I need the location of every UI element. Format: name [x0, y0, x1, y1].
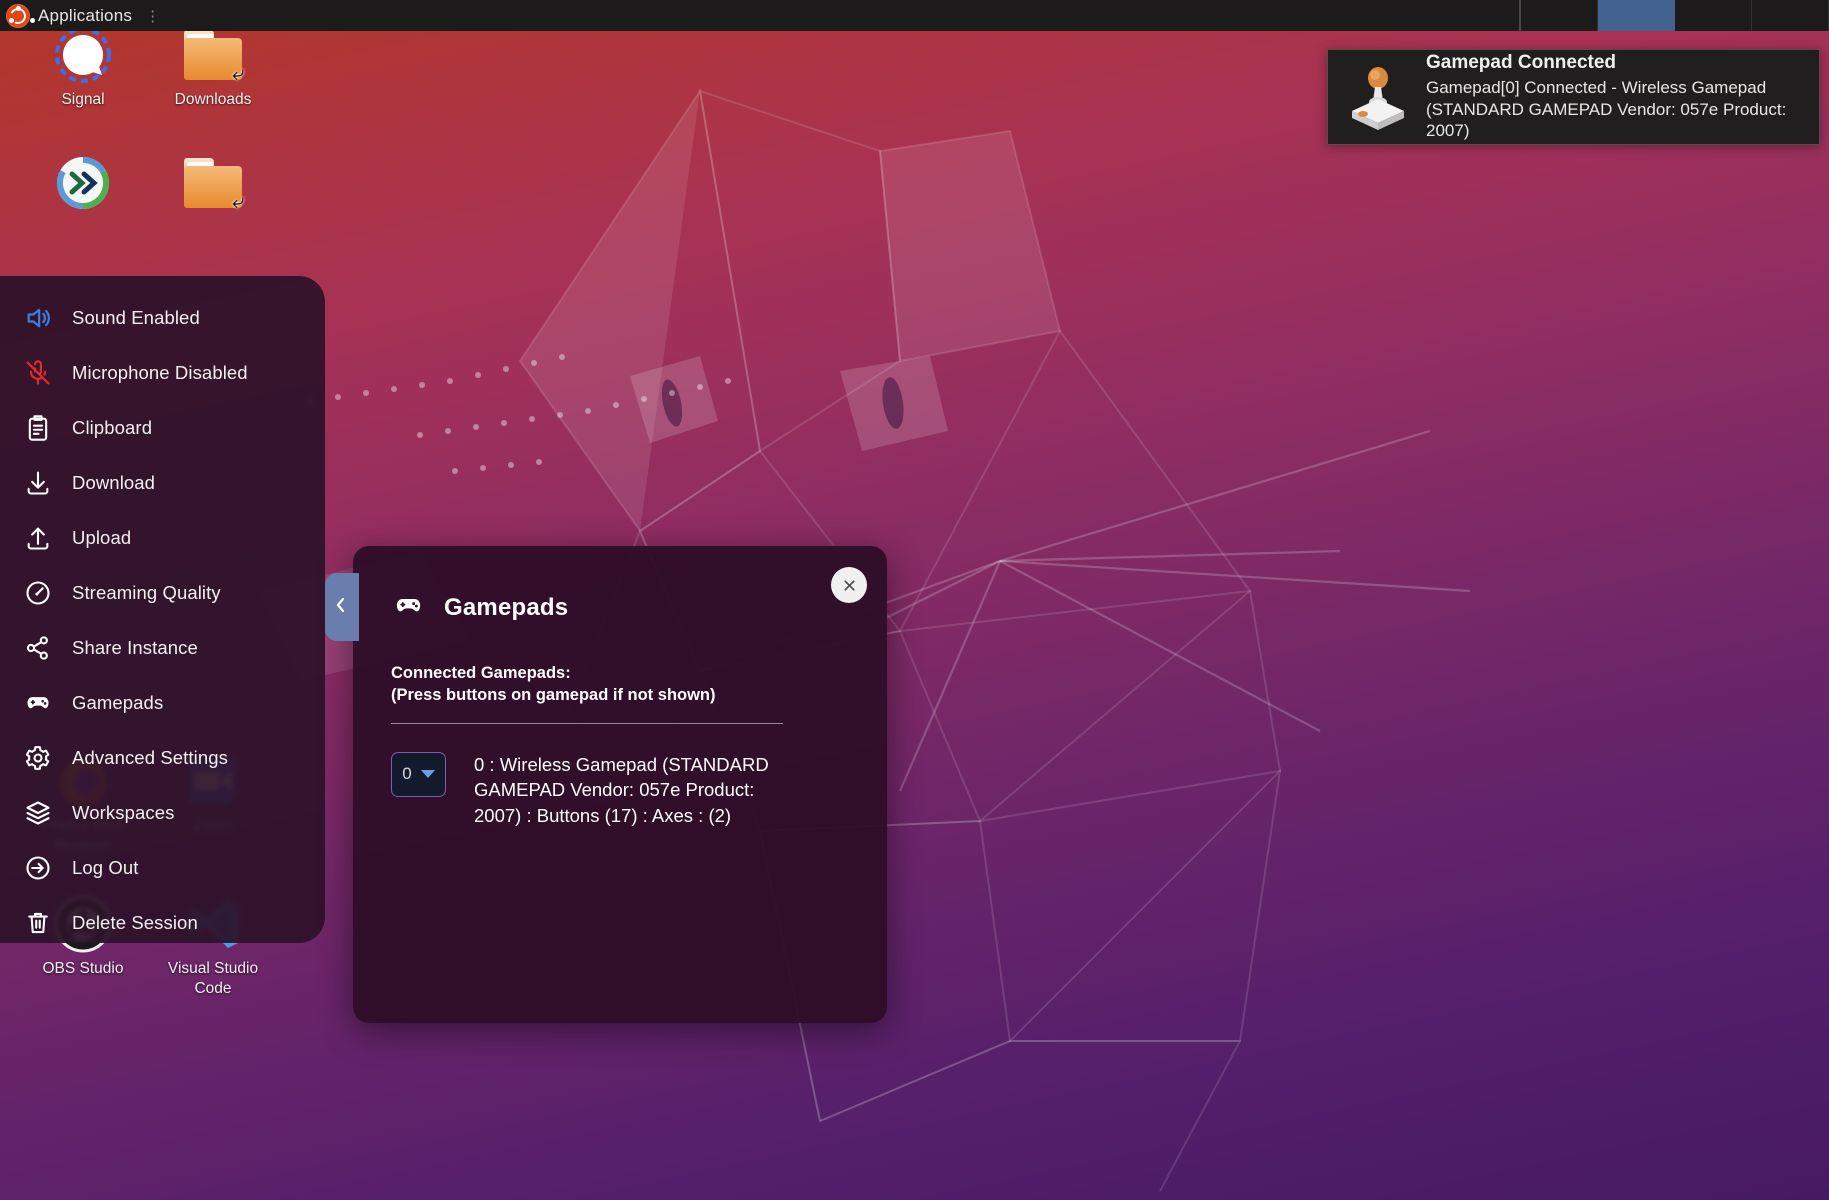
- menu-item-upload[interactable]: Upload: [0, 510, 325, 565]
- workspace-1[interactable]: [1521, 0, 1598, 31]
- gamepad-description: 0 : Wireless Gamepad (STANDARD GAMEPAD V…: [474, 752, 774, 829]
- download-icon: [24, 469, 52, 497]
- top-bar: Applications ⋮: [0, 0, 1829, 31]
- menu-item-label: Microphone Disabled: [72, 362, 248, 384]
- menu-item-label: Gamepads: [72, 692, 163, 714]
- gear-icon: [24, 744, 52, 772]
- trash-icon: [24, 909, 52, 937]
- menu-item-label: Advanced Settings: [72, 747, 228, 769]
- folder-shortcut-icon: ⤷: [184, 154, 242, 212]
- applications-label: Applications: [38, 6, 132, 26]
- dialog-header: Gamepads: [353, 546, 887, 626]
- menu-item-clipboard[interactable]: Clipboard: [0, 400, 325, 455]
- notification-title: Gamepad Connected: [1426, 52, 1801, 74]
- gauge-icon: [24, 579, 52, 607]
- gamepad-entry-row: 0 0 : Wireless Gamepad (STANDARD GAMEPAD…: [391, 752, 849, 829]
- signal-icon: [54, 26, 112, 84]
- menu-item-log-out[interactable]: Log Out: [0, 840, 325, 895]
- menu-item-label: Clipboard: [72, 417, 152, 439]
- menu-item-download[interactable]: Download: [0, 455, 325, 510]
- notification-line-2: (STANDARD GAMEPAD Vendor: 057e Product: …: [1426, 99, 1801, 142]
- desktop-icon-remmina[interactable]: [18, 148, 148, 228]
- workspace-4[interactable]: [1752, 0, 1829, 31]
- ubuntu-logo-icon: [6, 4, 30, 28]
- gamepad-index-select[interactable]: 0: [391, 752, 446, 797]
- menu-item-streaming-quality[interactable]: Streaming Quality: [0, 565, 325, 620]
- desktop-icon-label: Visual Studio Code: [152, 959, 274, 999]
- menu-item-label: Streaming Quality: [72, 582, 221, 604]
- chevron-down-icon: [421, 770, 435, 778]
- menu-item-label: Upload: [72, 527, 131, 549]
- chevron-left-icon: [336, 595, 348, 620]
- desktop-icon-label: OBS Studio: [43, 959, 124, 979]
- menu-item-gamepads[interactable]: Gamepads: [0, 675, 325, 730]
- desktop-icon-signal[interactable]: Signal: [18, 20, 148, 120]
- menu-item-advanced-settings[interactable]: Advanced Settings: [0, 730, 325, 785]
- desktop-icon-folder-2[interactable]: ⤷: [148, 148, 278, 228]
- desktop-icon-downloads[interactable]: ⤷ Downloads: [148, 20, 278, 120]
- menu-item-share-instance[interactable]: Share Instance: [0, 620, 325, 675]
- speaker-on-icon: [24, 304, 52, 332]
- menu-item-workspaces[interactable]: Workspaces: [0, 785, 325, 840]
- desktop-icon-label: Downloads: [175, 90, 252, 110]
- notification-text: Gamepad Connected Gamepad[0] Connected -…: [1426, 52, 1801, 141]
- share-nodes-icon: [24, 634, 52, 662]
- remmina-icon: [54, 154, 112, 212]
- menu-item-label: Share Instance: [72, 637, 198, 659]
- dialog-title: Gamepads: [444, 594, 568, 622]
- menu-item-label: Workspaces: [72, 802, 174, 824]
- menu-item-sound-enabled[interactable]: Sound Enabled: [0, 290, 325, 345]
- applications-menu[interactable]: Applications ⋮: [0, 4, 161, 28]
- menu-item-label: Sound Enabled: [72, 307, 200, 329]
- desktop-icon-label: Signal: [61, 90, 104, 110]
- connected-gamepads-label: Connected Gamepads:: [391, 662, 849, 684]
- desktop-root: Applications ⋮: [0, 0, 1829, 1200]
- gamepad-icon: [24, 689, 52, 717]
- gamepad-icon: [393, 590, 424, 626]
- menu-dots-icon: ⋮: [145, 7, 161, 25]
- workspace-3[interactable]: [1675, 0, 1752, 31]
- gamepads-dialog: Gamepads Connected Gamepads: (Press butt…: [353, 546, 887, 1023]
- menu-item-delete-session[interactable]: Delete Session: [0, 895, 325, 950]
- workspace-2[interactable]: [1598, 0, 1675, 31]
- gamepad-connected-notification[interactable]: Gamepad Connected Gamepad[0] Connected -…: [1327, 49, 1820, 145]
- upload-icon: [24, 524, 52, 552]
- dialog-close-button[interactable]: [831, 567, 867, 603]
- joystick-icon: [1346, 64, 1410, 130]
- close-icon: [841, 577, 858, 594]
- workspace-switcher[interactable]: [1519, 0, 1829, 31]
- clipboard-icon: [24, 414, 52, 442]
- notification-line-1: Gamepad[0] Connected - Wireless Gamepad: [1426, 77, 1801, 98]
- folder-shortcut-icon: ⤷: [184, 26, 242, 84]
- divider: [391, 723, 783, 724]
- press-buttons-hint: (Press buttons on gamepad if not shown): [391, 684, 849, 706]
- logout-arrow-icon: [24, 854, 52, 882]
- menu-item-label: Log Out: [72, 857, 139, 879]
- menu-item-microphone-disabled[interactable]: Microphone Disabled: [0, 345, 325, 400]
- microphone-muted-icon: [24, 359, 52, 387]
- desktop-icon-row-2: ⤷: [18, 148, 308, 228]
- desktop-icon-row-1: Signal ⤷ Downloads: [18, 20, 308, 120]
- session-control-menu: Sound Enabled Microphone Disabled Clipbo…: [0, 276, 325, 943]
- menu-item-label: Download: [72, 472, 155, 494]
- dialog-body: Connected Gamepads: (Press buttons on ga…: [353, 626, 887, 828]
- menu-item-label: Delete Session: [72, 912, 198, 934]
- gamepad-index-value: 0: [402, 764, 411, 784]
- layers-icon: [24, 799, 52, 827]
